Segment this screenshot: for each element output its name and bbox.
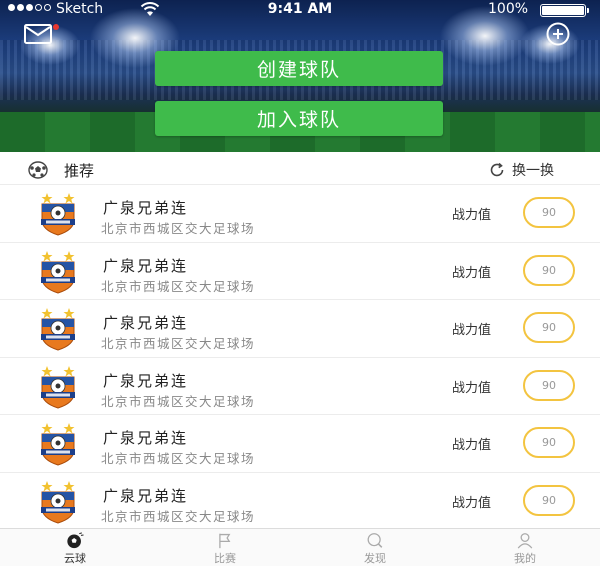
team-logo [41, 365, 75, 409]
team-name: 广泉兄弟连 [103, 371, 189, 390]
refresh-button[interactable]: 换一换 [488, 160, 554, 180]
power-value-badge: 90 [523, 427, 575, 458]
team-row[interactable]: 广泉兄弟连 北京市西城区交大足球场 战力值 90 [0, 300, 600, 358]
team-name: 广泉兄弟连 [103, 486, 189, 505]
team-name: 广泉兄弟连 [103, 256, 189, 275]
recommend-title: 推荐 [64, 162, 95, 180]
power-label: 战力值 [452, 380, 492, 396]
team-name: 广泉兄弟连 [103, 314, 189, 332]
team-row[interactable]: 广泉兄弟连 北京市西城区交大足球场 战力值 90 [0, 358, 600, 415]
team-logo [41, 193, 75, 236]
battery-percent: 100% [488, 1, 529, 17]
plus-circle-icon[interactable] [546, 22, 570, 46]
soccer-ball-icon [28, 161, 48, 179]
team-logo [41, 423, 75, 466]
join-team-button[interactable]: 加入球队 [155, 101, 443, 136]
team-row[interactable]: 广泉兄弟连 北京市西城区交大足球场 战力值 90 [0, 415, 600, 473]
team-row[interactable]: 广泉兄弟连 北京市西城区交大足球场 战力值 90 [0, 185, 600, 243]
power-label: 战力值 [452, 265, 492, 281]
tab-bar: 云球 比赛 发现 我的 [0, 528, 600, 566]
team-address: 北京市西城区交大足球场 [101, 508, 256, 524]
team-logo [41, 308, 75, 351]
power-value-badge: 90 [523, 369, 575, 401]
hero-banner: Sketch 9:41 AM 100% 创建球队 加入球队 [0, 0, 600, 152]
status-bar: Sketch 9:41 AM 100% [0, 0, 600, 20]
team-logo [41, 250, 75, 294]
tab-label: 发现 [364, 552, 386, 565]
power-value-badge: 90 [523, 312, 575, 343]
soccer-ball-icon [67, 532, 84, 549]
tab-faxian[interactable]: 发现 [300, 529, 450, 566]
team-address: 北京市西城区交大足球场 [101, 451, 256, 466]
team-address: 北京市西城区交大足球场 [101, 221, 256, 236]
search-icon [367, 533, 383, 548]
team-address: 北京市西城区交大足球场 [101, 278, 256, 294]
team-name: 广泉兄弟连 [103, 199, 189, 217]
recommend-header: 推荐 换一换 [0, 155, 600, 185]
power-value-badge: 90 [523, 197, 575, 228]
team-row[interactable]: 广泉兄弟连 北京市西城区交大足球场 战力值 90 [0, 243, 600, 300]
team-address: 北京市西城区交大足球场 [101, 393, 256, 409]
team-address: 北京市西城区交大足球场 [101, 336, 256, 351]
team-list: 广泉兄弟连 北京市西城区交大足球场 战力值 90 广泉兄弟连 北京市西城区交大足… [0, 185, 600, 530]
team-name: 广泉兄弟连 [103, 429, 189, 447]
tab-wode[interactable]: 我的 [450, 529, 600, 566]
tab-label: 比赛 [214, 552, 236, 565]
tab-label: 云球 [64, 552, 86, 565]
tab-yunqiu[interactable]: 云球 [0, 529, 150, 566]
mail-icon[interactable] [24, 24, 52, 44]
power-value-badge: 90 [523, 484, 575, 516]
team-logo [41, 480, 75, 524]
power-label: 战力值 [452, 323, 492, 338]
user-icon [517, 533, 533, 549]
battery-icon [540, 4, 589, 17]
refresh-label: 换一换 [512, 163, 554, 179]
power-label: 战力值 [452, 438, 492, 453]
tab-label: 我的 [514, 552, 536, 565]
power-value-badge: 90 [523, 254, 575, 286]
refresh-icon [490, 162, 504, 177]
tab-bisai[interactable]: 比赛 [150, 529, 300, 566]
team-row[interactable]: 广泉兄弟连 北京市西城区交大足球场 战力值 90 [0, 473, 600, 530]
unread-dot [53, 24, 59, 30]
power-label: 战力值 [452, 495, 492, 511]
flag-icon [219, 533, 231, 549]
create-team-button[interactable]: 创建球队 [155, 51, 443, 86]
power-label: 战力值 [452, 208, 492, 223]
